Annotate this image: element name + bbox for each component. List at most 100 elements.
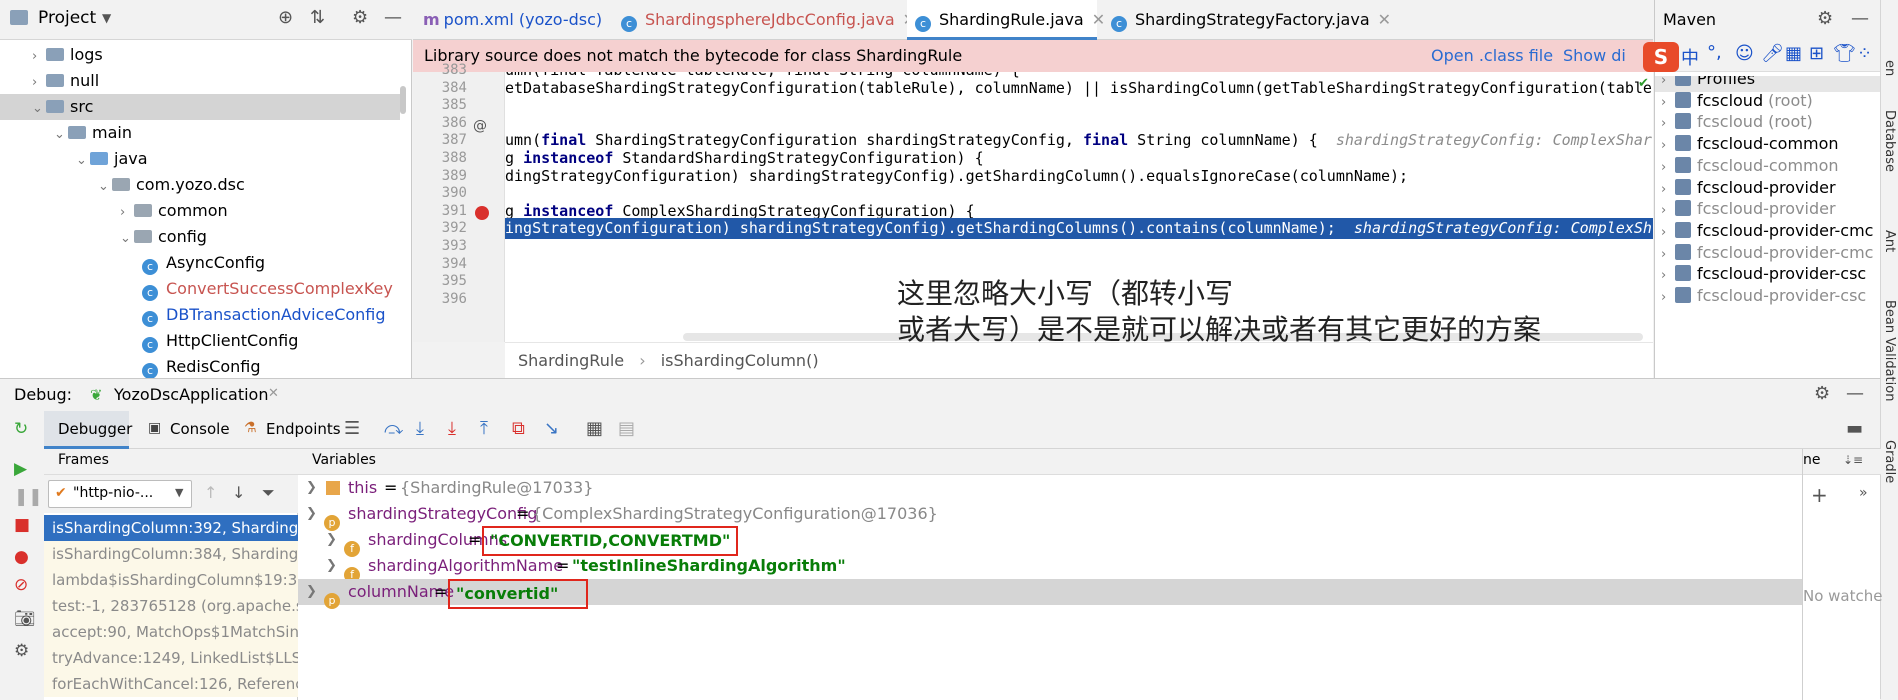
override-marker-icon[interactable]: @: [473, 118, 487, 134]
chevron-down-icon[interactable]: ⌄: [54, 122, 68, 148]
collapse-arrow-icon[interactable]: ❯: [306, 501, 317, 527]
frame-row[interactable]: accept:90, MatchOps$1MatchSink: [44, 619, 298, 645]
drop-frame-icon[interactable]: ⧉: [512, 419, 525, 439]
chevron-down-icon[interactable]: ⌄: [120, 226, 134, 252]
expand-arrow-icon[interactable]: ❯: [326, 553, 337, 579]
breakpoint-icon[interactable]: [475, 206, 489, 220]
trace-icon[interactable]: ▤: [618, 419, 635, 439]
minimize-icon[interactable]: —: [384, 9, 402, 27]
gear-icon[interactable]: ⚙: [1817, 10, 1833, 28]
frame-row[interactable]: forEachWithCancel:126, Reference: [44, 671, 298, 697]
breadcrumb-method[interactable]: isShardingColumn(): [661, 351, 819, 370]
stop-icon[interactable]: ■: [14, 515, 30, 535]
tab-endpoints[interactable]: Endpoints: [266, 420, 341, 438]
minimize-icon[interactable]: —: [1851, 10, 1869, 28]
chevron-right-icon[interactable]: ›: [120, 200, 134, 226]
menu-icon[interactable]: ☰: [344, 419, 360, 439]
tab-pom-xml[interactable]: m pom.xml (yozo-dsc): [413, 0, 602, 40]
variable-row-sharding-columns[interactable]: ❯ f shardingColumns = "CONVERTID,CONVERT…: [298, 526, 1802, 557]
frame-row[interactable]: tryAdvance:1249, LinkedList$LLSp: [44, 645, 298, 671]
tree-item[interactable]: › null: [32, 68, 99, 94]
variable-row-strategy-config[interactable]: ❯ p shardingStrategyConfig = {ComplexSha…: [298, 501, 1802, 531]
expand-arrow-icon[interactable]: ❯: [326, 527, 337, 553]
microphone-icon[interactable]: 🎤︎: [1761, 43, 1784, 64]
frame-row[interactable]: isShardingColumn:384, ShardingR: [44, 541, 298, 567]
resume-icon[interactable]: ▶: [14, 459, 27, 479]
gear-icon[interactable]: ⚙: [1814, 383, 1830, 404]
settings-icon[interactable]: ⚙: [14, 641, 29, 661]
tab-debugger[interactable]: Debugger: [58, 420, 132, 438]
chevron-right-icon[interactable]: ›: [32, 70, 46, 96]
maven-item[interactable]: › fcscloud-provider-csc: [1655, 283, 1881, 309]
grid-icon[interactable]: ⁘: [1857, 43, 1872, 64]
tab-console[interactable]: Console: [170, 420, 230, 438]
chevron-right-icon[interactable]: ›: [32, 44, 46, 70]
tree-scrollbar[interactable]: [400, 86, 406, 114]
frame-row[interactable]: isShardingColumn:392, ShardingR: [44, 515, 298, 541]
tree-item[interactable]: ⌄ com.yozo.dsc: [98, 172, 245, 198]
chevron-down-icon[interactable]: ⌄: [32, 96, 46, 122]
ant-strip-label[interactable]: Ant: [1882, 230, 1897, 252]
variable-row-column-name[interactable]: ❯ p columnName = "convertid": [298, 579, 1802, 609]
dropdown-arrow-icon[interactable]: ▼: [102, 12, 111, 24]
keyboard-icon[interactable]: ▦: [1785, 43, 1802, 64]
show-execution-point-icon[interactable]: ⤼: [384, 419, 403, 439]
frame-row[interactable]: lambda$isShardingColumn$19:38: [44, 567, 298, 593]
tab-shardingrule[interactable]: c ShardingRule.java ✕: [907, 0, 1105, 40]
tree-item[interactable]: ⌄ main: [54, 120, 132, 146]
tree-item[interactable]: c RedisConfig: [142, 354, 261, 378]
close-icon[interactable]: ✕: [268, 386, 279, 401]
gradle-strip-label[interactable]: Gradle: [1882, 440, 1897, 483]
step-over-icon[interactable]: ⤓: [416, 419, 424, 439]
thread-select[interactable]: ✔ "http-nio-... ▼: [48, 480, 192, 508]
tree-item[interactable]: c AsyncConfig: [142, 250, 265, 276]
maven-strip-label[interactable]: en: [1882, 60, 1897, 76]
chevron-down-icon[interactable]: ⌄: [98, 174, 112, 200]
code-line[interactable]: etDatabaseShardingStrategyConfiguration(…: [505, 78, 1652, 99]
run-to-cursor-icon[interactable]: ↘: [544, 419, 559, 439]
force-step-into-icon[interactable]: ⤓: [448, 419, 456, 439]
project-panel-title[interactable]: Project: [38, 8, 96, 28]
chevron-right-icon[interactable]: ›: [1661, 285, 1675, 311]
bean-validation-strip-label[interactable]: Bean Validation: [1882, 300, 1897, 401]
debug-session-tab[interactable]: YozoDscApplication: [114, 385, 268, 404]
step-out-icon[interactable]: ⤒: [480, 419, 488, 439]
evaluate-icon[interactable]: ▦: [586, 419, 603, 439]
pause-icon[interactable]: ❚❚: [14, 487, 43, 507]
tree-item[interactable]: c ConvertSuccessComplexKey: [142, 276, 393, 302]
collapse-all-icon[interactable]: ⇅: [310, 9, 325, 27]
expand-arrow-icon[interactable]: ❯: [306, 475, 317, 501]
skin-icon[interactable]: 👕︎: [1833, 43, 1856, 64]
sogou-ime-icon[interactable]: S: [1643, 42, 1679, 72]
expand-arrow-icon[interactable]: ❯: [306, 579, 317, 605]
frame-row[interactable]: test:-1, 283765128 (org.apache.sh: [44, 593, 298, 619]
filter-icon[interactable]: ⏷: [262, 483, 275, 503]
layout-icon[interactable]: ▬: [1846, 419, 1863, 439]
emoji-icon[interactable]: ☺: [1735, 43, 1754, 64]
gear-icon[interactable]: ⚙: [352, 9, 368, 27]
tab-shardingsphere-config[interactable]: cShardingsphereJdbcConfig.java✕: [621, 0, 916, 40]
variable-row-this[interactable]: ❯ this = {ShardingRule@17033}: [298, 475, 1802, 501]
database-strip-label[interactable]: Database: [1882, 110, 1897, 172]
arrow-down-icon[interactable]: ↓: [232, 483, 245, 502]
code-line[interactable]: ingStrategyConfiguration) shardingStrate…: [505, 218, 1653, 240]
tree-item[interactable]: c HttpClientConfig: [142, 328, 298, 354]
close-icon[interactable]: ✕: [1378, 10, 1391, 29]
show-diff-link[interactable]: Show di: [1563, 40, 1626, 72]
tree-item[interactable]: ⌄ java: [76, 146, 148, 172]
breadcrumb-class[interactable]: ShardingRule: [518, 351, 624, 370]
tree-item[interactable]: c DBTransactionAdviceConfig: [142, 302, 386, 328]
punct-icon[interactable]: °,: [1707, 42, 1722, 63]
mute-breakpoints-icon[interactable]: ⊘: [14, 575, 28, 595]
variable-row-algorithm-name[interactable]: ❯ f shardingAlgorithmName = "testInlineS…: [298, 553, 1802, 583]
toolbox-icon[interactable]: ⊞: [1809, 43, 1824, 64]
sort-icon[interactable]: ⇣≡: [1843, 453, 1863, 467]
close-icon[interactable]: ✕: [1092, 10, 1105, 29]
camera-icon[interactable]: 📷︎: [14, 609, 36, 629]
open-class-file-link[interactable]: Open .class file: [1431, 40, 1553, 72]
chevron-down-icon[interactable]: ⌄: [76, 148, 90, 174]
code-line[interactable]: dingStrategyConfiguration) shardingStrat…: [505, 166, 1408, 187]
ime-mode[interactable]: 中: [1681, 44, 1699, 70]
tree-item[interactable]: › logs: [32, 42, 103, 68]
tree-item[interactable]: ⌄ src: [0, 94, 400, 120]
